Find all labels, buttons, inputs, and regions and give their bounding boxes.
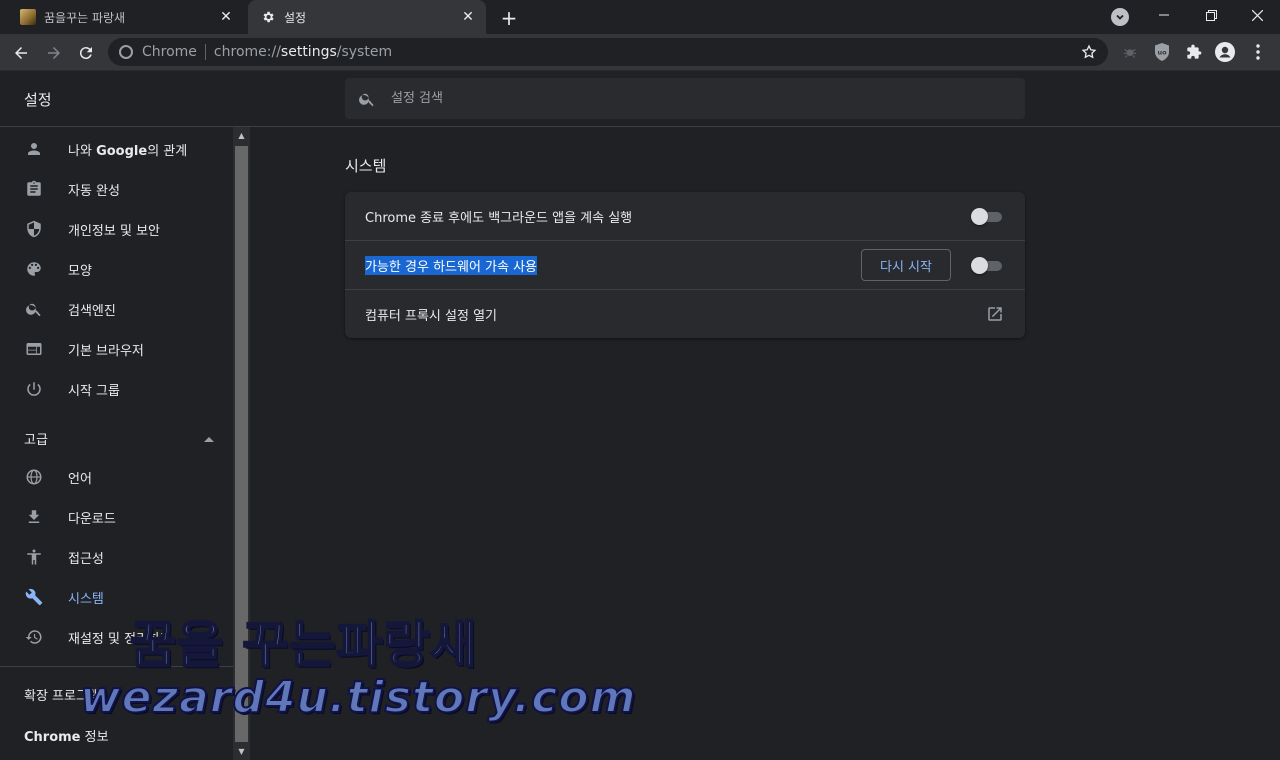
- shield-icon: [24, 219, 44, 239]
- close-icon[interactable]: ✕: [458, 7, 478, 27]
- sidebar-item-accessibility[interactable]: 접근성: [0, 537, 232, 577]
- open-in-new-icon[interactable]: [985, 304, 1005, 324]
- tab-title: 꿈을꾸는 파랑새: [44, 10, 126, 25]
- sidebar-item-label: 기본 브라우저: [68, 343, 144, 359]
- ublock-extension-icon[interactable]: uo: [1152, 42, 1172, 62]
- sidebar-item-autofill[interactable]: 자동 완성: [0, 169, 232, 209]
- advanced-label: 고급: [24, 432, 48, 448]
- reload-button[interactable]: [73, 40, 99, 66]
- bug-extension-icon[interactable]: [1120, 42, 1140, 62]
- sidebar-link-about[interactable]: Chrome 정보: [24, 726, 109, 745]
- close-window-button[interactable]: [1234, 0, 1280, 30]
- gear-icon: [260, 9, 276, 25]
- relaunch-button[interactable]: 다시 시작: [861, 249, 951, 281]
- chrome-site-icon: [119, 45, 133, 59]
- globe-icon: [24, 467, 44, 487]
- sidebar-item-appearance[interactable]: 모양: [0, 249, 232, 289]
- scroll-down-arrow-icon[interactable]: ▼: [233, 743, 250, 760]
- sidebar-item-label: 시작 그룹: [68, 383, 120, 399]
- setting-row-hardware-acceleration[interactable]: 가능한 경우 하드웨어 가속 사용 다시 시작: [345, 241, 1025, 290]
- forward-button[interactable]: [41, 40, 67, 66]
- search-icon: [24, 299, 44, 319]
- address-bar[interactable]: Chrome chrome://settings/system: [108, 38, 1108, 66]
- toggle-knob: [971, 208, 988, 225]
- search-input[interactable]: [391, 91, 971, 106]
- sidebar-item-downloads[interactable]: 다운로드: [0, 497, 232, 537]
- tab-title: 설정: [284, 10, 307, 25]
- divider: [204, 44, 206, 60]
- sidebar-item-label: 개인정보 및 보안: [68, 223, 160, 239]
- profile-avatar-icon[interactable]: [1215, 42, 1235, 62]
- download-icon: [24, 507, 44, 527]
- watermark-title: 꿈을 꾸는파랑새: [129, 615, 478, 675]
- setting-label: 가능한 경우 하드웨어 가속 사용: [365, 256, 538, 275]
- tab-search-icon[interactable]: [1111, 8, 1129, 26]
- chevron-up-icon: [204, 431, 214, 446]
- svg-text:uo: uo: [1157, 49, 1167, 57]
- page-title: 설정: [24, 91, 52, 109]
- scroll-up-arrow-icon[interactable]: ▲: [233, 127, 250, 144]
- toolbar: Chrome chrome://settings/system uo: [0, 34, 1280, 71]
- sidebar-item-label: 자동 완성: [68, 183, 120, 199]
- clipboard-icon: [24, 179, 44, 199]
- power-icon: [24, 379, 44, 399]
- person-icon: [24, 139, 44, 159]
- extensions-puzzle-icon[interactable]: [1184, 42, 1204, 62]
- sidebar-item-privacy[interactable]: 개인정보 및 보안: [0, 209, 232, 249]
- accessibility-icon: [24, 547, 44, 567]
- restore-icon: [24, 627, 44, 647]
- tab-settings[interactable]: 설정 ✕: [248, 0, 486, 34]
- blog-favicon-icon: [20, 9, 36, 25]
- background-apps-toggle[interactable]: [971, 208, 1003, 225]
- bookmark-star-icon[interactable]: [1080, 43, 1098, 61]
- hardware-acceleration-toggle[interactable]: [971, 257, 1003, 274]
- toggle-knob: [971, 257, 988, 274]
- advanced-toggle[interactable]: 고급: [24, 428, 214, 448]
- browser-icon: [24, 339, 44, 359]
- sidebar-item-label: 접근성: [68, 551, 104, 567]
- setting-label: Chrome 종료 후에도 백그라운드 앱을 계속 실행: [365, 211, 633, 226]
- section-title: 시스템: [345, 157, 387, 175]
- watermark-url: wezard4u.tistory.com: [79, 671, 637, 724]
- close-icon[interactable]: ✕: [216, 7, 236, 27]
- setting-row-background-apps[interactable]: Chrome 종료 후에도 백그라운드 앱을 계속 실행: [345, 192, 1025, 241]
- palette-icon: [24, 259, 44, 279]
- wrench-icon: [24, 587, 44, 607]
- restore-button[interactable]: [1188, 0, 1234, 30]
- sidebar-item-label: 시스템: [68, 591, 104, 607]
- sidebar-item-on-startup[interactable]: 시작 그룹: [0, 369, 232, 409]
- settings-header: 설정: [0, 71, 1280, 127]
- sidebar-item-label: 다운로드: [68, 511, 116, 527]
- sidebar-item-google[interactable]: 나와 Google의 관계: [0, 129, 232, 169]
- back-button[interactable]: [8, 40, 34, 66]
- sidebar-item-search-engine[interactable]: 검색엔진: [0, 289, 232, 329]
- sidebar-item-label: 모양: [68, 263, 92, 279]
- system-settings-card: Chrome 종료 후에도 백그라운드 앱을 계속 실행 가능한 경우 하드웨어…: [345, 192, 1025, 338]
- tab-blog[interactable]: 꿈을꾸는 파랑새 ✕: [8, 0, 244, 34]
- url-host: settings: [280, 44, 337, 60]
- url-path: /system: [336, 44, 393, 60]
- new-tab-button[interactable]: +: [498, 6, 520, 30]
- sidebar-item-languages[interactable]: 언어: [0, 457, 232, 497]
- sidebar-item-label: 언어: [68, 471, 92, 487]
- tab-strip: 꿈을꾸는 파랑새 ✕ 설정 ✕ +: [0, 0, 1280, 34]
- setting-label: 컴퓨터 프록시 설정 열기: [365, 309, 497, 324]
- sidebar-item-label: 나와 Google의 관계: [68, 143, 188, 159]
- menu-kebab-icon[interactable]: [1248, 42, 1268, 62]
- sidebar-item-label: 검색엔진: [68, 303, 116, 319]
- minimize-button[interactable]: [1141, 0, 1187, 30]
- setting-row-proxy[interactable]: 컴퓨터 프록시 설정 열기: [345, 290, 1025, 339]
- search-icon: [358, 90, 376, 108]
- url-scheme: chrome://: [213, 44, 281, 60]
- settings-search[interactable]: [345, 78, 1025, 119]
- sidebar-item-default-browser[interactable]: 기본 브라우저: [0, 329, 232, 369]
- site-chip: Chrome: [142, 44, 197, 60]
